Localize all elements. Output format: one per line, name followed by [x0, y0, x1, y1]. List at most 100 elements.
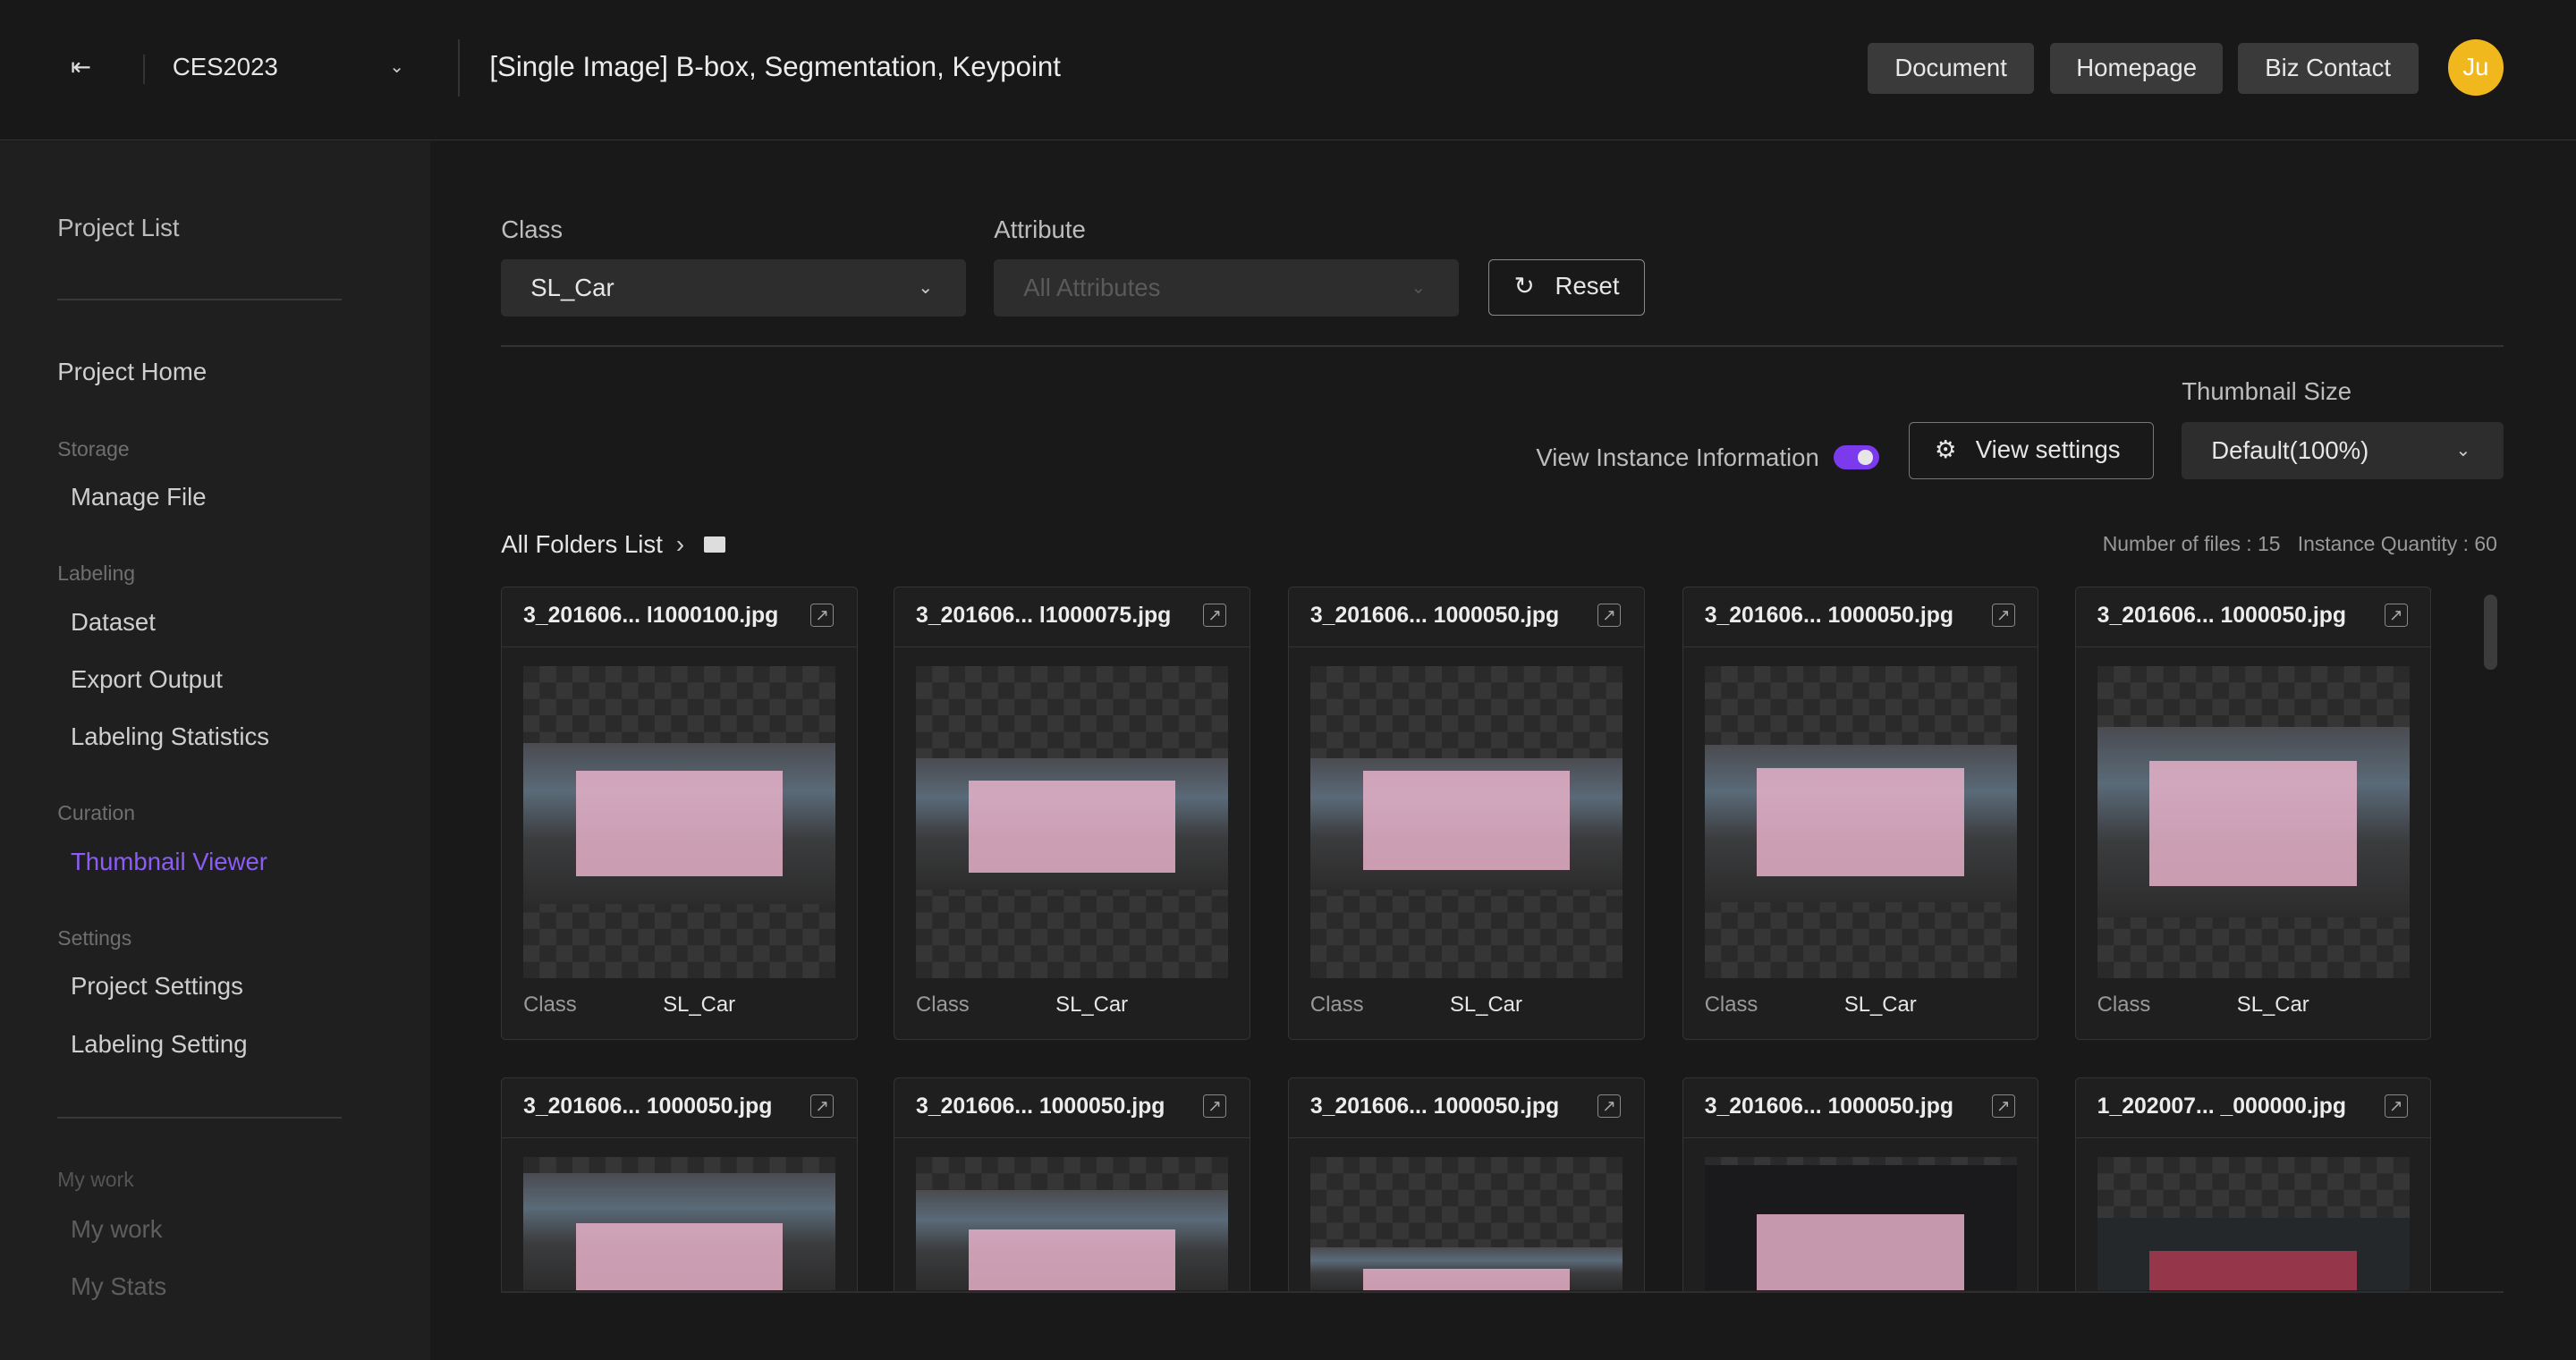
folder-icon[interactable] — [704, 536, 726, 553]
file-name: 3_201606... 1000050.jpg — [1309, 1094, 1560, 1119]
sidebar-item-project-settings[interactable]: Project Settings — [71, 972, 243, 1001]
breadcrumb-all-folders[interactable]: All Folders List — [501, 530, 663, 558]
sidebar-item-labeling-setting[interactable]: Labeling Setting — [71, 1030, 248, 1059]
toggle-knob — [1858, 450, 1873, 465]
sidebar-item-labeling-statistics[interactable]: Labeling Statistics — [71, 722, 269, 751]
class-value: SL_Car — [663, 993, 736, 1018]
class-label: Class — [501, 215, 564, 243]
open-external-icon[interactable]: ↗ — [1597, 1094, 1621, 1119]
sidebar-item-manage-file[interactable]: Manage File — [71, 483, 207, 511]
reset-button[interactable]: ↻ Reset — [1488, 259, 1645, 316]
sidebar-item-export-output[interactable]: Export Output — [71, 665, 223, 694]
section-curation: Curation — [57, 801, 135, 825]
reset-icon: ↻ — [1513, 272, 1535, 300]
project-selector[interactable]: CES2023 ⌄ — [173, 53, 419, 86]
top-bar: ⇤ CES2023 ⌄ [Single Image] B-box, Segmen… — [0, 0, 2576, 141]
chevron-down-icon: ⌄ — [2455, 441, 2471, 461]
collapse-sidebar-icon[interactable]: ⇤ — [71, 53, 91, 81]
open-external-icon[interactable]: ↗ — [810, 604, 835, 627]
file-name: 1_202007... _000000.jpg — [2097, 1094, 2346, 1119]
sidebar-item-dataset[interactable]: Dataset — [71, 608, 156, 637]
thumbnail-image — [523, 1157, 836, 1290]
gear-icon: ⚙ — [1934, 435, 1957, 464]
breadcrumb: All Folders List › — [501, 530, 726, 559]
thumbnail-size-label: Thumbnail Size — [2182, 377, 2352, 406]
page-title: [Single Image] B-box, Segmentation, Keyp… — [489, 50, 1061, 82]
thumbnail-image — [916, 665, 1229, 978]
chevron-down-icon: ⌄ — [1411, 278, 1427, 299]
class-select[interactable]: SL_Car ⌄ — [501, 259, 966, 317]
thumbnail-image — [1704, 665, 2017, 978]
divider — [501, 344, 2504, 347]
thumbnail-card[interactable]: 1_202007... _000000.jpg ↗ — [2074, 1077, 2432, 1291]
thumbnail-image — [2097, 1157, 2410, 1290]
thumbnail-card[interactable]: 3_201606... 1000050.jpg ↗ Class SL_Car — [1288, 586, 1645, 1040]
thumbnail-card[interactable]: 3_201606... 1000050.jpg ↗ — [1682, 1077, 2039, 1291]
thumbnail-card[interactable]: 3_201606... 1000050.jpg ↗ — [501, 1077, 858, 1291]
avatar[interactable]: Ju — [2447, 39, 2504, 96]
thumbnail-card[interactable]: 3_201606... l1000100.jpg ↗ Class SL_Car — [501, 586, 858, 1040]
sidebar-item-thumbnail-viewer[interactable]: Thumbnail Viewer — [71, 848, 267, 876]
divider — [501, 1290, 2504, 1293]
document-button[interactable]: Document — [1868, 42, 2034, 94]
class-label: Class — [1704, 993, 1758, 1018]
section-my-work: My work — [57, 1167, 134, 1191]
reset-label: Reset — [1555, 272, 1620, 300]
open-external-icon[interactable]: ↗ — [810, 1094, 835, 1119]
number-of-files: Number of files : 15 — [2102, 532, 2281, 556]
open-external-icon[interactable]: ↗ — [1203, 604, 1227, 627]
open-external-icon[interactable]: ↗ — [1597, 604, 1621, 627]
scrollbar-thumb[interactable] — [2484, 594, 2497, 671]
class-label: Class — [2097, 993, 2151, 1018]
instance-info-toggle[interactable] — [1833, 444, 1880, 470]
file-name: 3_201606... l1000075.jpg — [916, 604, 1172, 629]
attribute-select[interactable]: All Attributes ⌄ — [994, 259, 1460, 317]
open-external-icon[interactable]: ↗ — [2384, 1094, 2408, 1119]
thumbnail-image — [916, 1157, 1229, 1290]
chevron-down-icon: ⌄ — [389, 57, 405, 78]
file-name: 3_201606... 1000050.jpg — [2097, 604, 2346, 629]
thumbnail-card[interactable]: 3_201606... 1000050.jpg ↗ Class SL_Car — [2074, 586, 2432, 1040]
open-external-icon[interactable]: ↗ — [1991, 1094, 2015, 1119]
view-settings-button[interactable]: ⚙ View settings — [1909, 422, 2154, 480]
divider — [142, 54, 145, 84]
file-name: 3_201606... 1000050.jpg — [1309, 604, 1560, 629]
file-name: 3_201606... 1000050.jpg — [1704, 1094, 1954, 1119]
homepage-button[interactable]: Homepage — [2050, 42, 2224, 94]
sidebar-item-project-list[interactable]: Project List — [57, 214, 179, 242]
sidebar-item-project-home[interactable]: Project Home — [57, 358, 207, 386]
thumbnail-image — [523, 665, 836, 978]
app: ⇤ CES2023 ⌄ [Single Image] B-box, Segmen… — [0, 0, 2576, 1360]
open-external-icon[interactable]: ↗ — [1203, 1094, 1227, 1119]
divider — [458, 39, 461, 97]
class-label: Class — [523, 993, 577, 1018]
class-value: SL_Car — [530, 274, 614, 302]
file-name: 3_201606... l1000100.jpg — [523, 604, 779, 629]
file-name: 3_201606... 1000050.jpg — [1704, 604, 1954, 629]
divider — [57, 1116, 343, 1119]
thumbnail-image — [2097, 665, 2410, 978]
class-value: SL_Car — [1843, 993, 1917, 1018]
file-name: 3_201606... 1000050.jpg — [916, 1094, 1165, 1119]
open-external-icon[interactable]: ↗ — [1991, 604, 2015, 627]
sidebar-item-my-stats[interactable]: My Stats — [71, 1272, 166, 1301]
thumbnail-card[interactable]: 3_201606... 1000050.jpg ↗ — [1288, 1077, 1645, 1291]
chevron-right-icon: › — [675, 530, 685, 559]
thumbnail-size-select[interactable]: Default(100%) ⌄ — [2182, 422, 2504, 480]
sidebar: Project List Project Home Storage Manage… — [0, 140, 431, 1360]
open-external-icon[interactable]: ↗ — [2384, 604, 2408, 627]
thumbnail-card[interactable]: 3_201606... 1000050.jpg ↗ Class SL_Car — [1682, 586, 2039, 1040]
class-value: SL_Car — [1055, 993, 1129, 1018]
view-settings-label: View settings — [1975, 435, 2121, 464]
class-label: Class — [1309, 993, 1364, 1018]
section-storage: Storage — [57, 436, 130, 460]
thumbnail-image — [1309, 1157, 1623, 1290]
sidebar-item-my-work[interactable]: My work — [71, 1215, 163, 1244]
thumbnail-size-value: Default(100%) — [2211, 436, 2369, 465]
instance-quantity: Instance Quantity : 60 — [2297, 532, 2497, 556]
attribute-placeholder: All Attributes — [1023, 274, 1161, 302]
thumbnail-image — [1309, 665, 1623, 978]
thumbnail-card[interactable]: 3_201606... l1000075.jpg ↗ Class SL_Car — [894, 586, 1250, 1040]
biz-contact-button[interactable]: Biz Contact — [2237, 42, 2419, 94]
thumbnail-card[interactable]: 3_201606... 1000050.jpg ↗ — [894, 1077, 1250, 1291]
